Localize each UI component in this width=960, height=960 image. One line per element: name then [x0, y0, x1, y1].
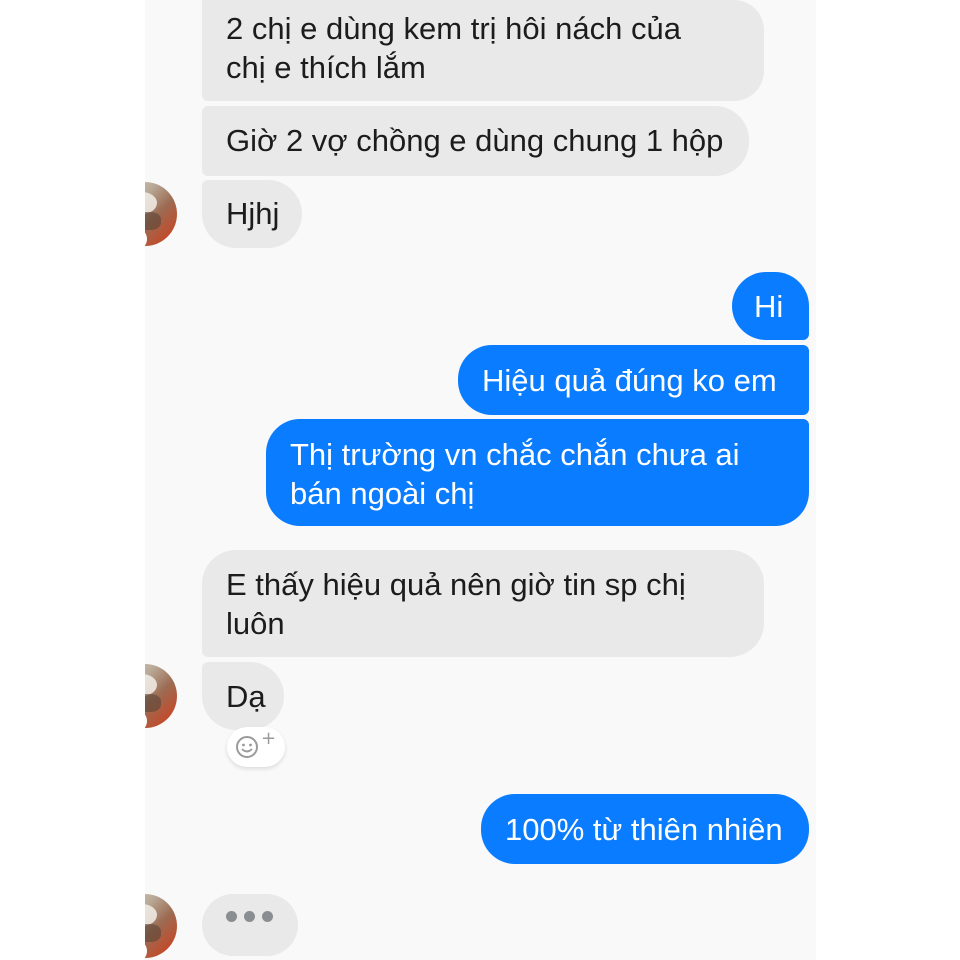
smiley-icon	[236, 736, 258, 758]
incoming-message[interactable]: Dạ	[202, 662, 284, 730]
outgoing-message[interactable]: Hiệu quả đúng ko em	[458, 345, 809, 415]
typing-dot	[262, 911, 273, 922]
typing-dot	[244, 911, 255, 922]
contact-avatar[interactable]	[145, 182, 177, 250]
contact-avatar[interactable]	[145, 664, 177, 732]
outgoing-message[interactable]: Hi	[732, 272, 809, 340]
incoming-message[interactable]: E thấy hiệu quả nên giờ tin sp chị luôn	[202, 550, 764, 657]
incoming-message[interactable]: 2 chị e dùng kem trị hôi nách của chị e …	[202, 0, 764, 101]
screenshot: 2 chị e dùng kem trị hôi nách của chị e …	[0, 0, 960, 960]
outgoing-message[interactable]: Thị trường vn chắc chắn chưa ai bán ngoà…	[266, 419, 809, 526]
typing-indicator	[202, 894, 298, 956]
contact-avatar[interactable]	[145, 894, 177, 960]
typing-dot	[226, 911, 237, 922]
incoming-message[interactable]: Giờ 2 vợ chồng e dùng chung 1 hộp	[202, 106, 749, 176]
plus-icon: +	[261, 728, 277, 749]
incoming-message[interactable]: Hjhj	[202, 180, 302, 248]
outgoing-message[interactable]: 100% từ thiên nhiên	[481, 794, 809, 864]
profile-photo	[145, 894, 177, 958]
chat-thread[interactable]: 2 chị e dùng kem trị hôi nách của chị e …	[145, 0, 816, 960]
add-reaction-button[interactable]: +	[227, 727, 285, 767]
profile-photo	[145, 182, 177, 246]
profile-photo	[145, 664, 177, 728]
